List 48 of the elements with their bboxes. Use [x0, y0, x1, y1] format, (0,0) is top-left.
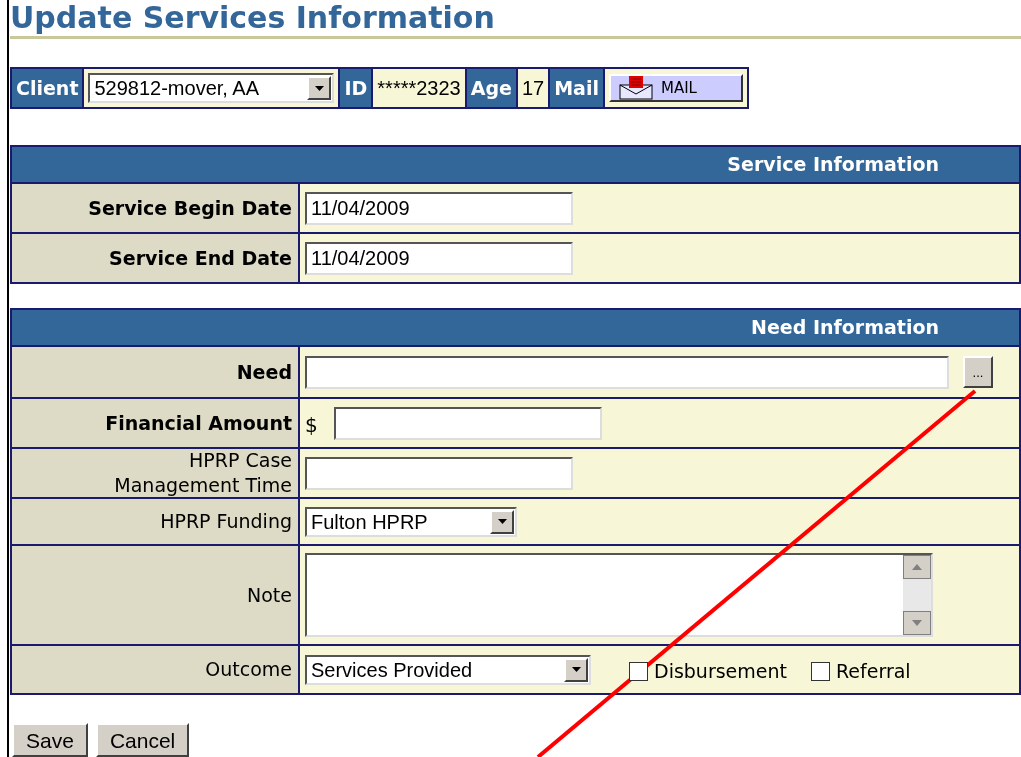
field-label: HPRP Funding — [160, 509, 292, 534]
caret-icon — [497, 519, 507, 524]
input-field[interactable] — [333, 406, 602, 440]
input-field[interactable] — [305, 355, 949, 389]
checkbox[interactable] — [629, 662, 648, 681]
section-heading: Service Information — [727, 152, 939, 178]
field-label: Mail — [550, 69, 603, 107]
input-field[interactable] — [305, 456, 573, 490]
form-button[interactable]: Cancel — [95, 723, 190, 757]
select-value: Services Provided — [310, 657, 474, 683]
field-label: Service Begin Date — [88, 195, 292, 221]
caret-icon — [571, 667, 581, 672]
select-value: Fulton HPRP — [310, 509, 429, 535]
checkbox-label: Referral — [836, 659, 911, 685]
text-area[interactable] — [305, 553, 933, 637]
currency-symbol: $ — [305, 412, 318, 439]
envelope-icon — [618, 76, 653, 100]
field-label: Need — [236, 359, 292, 385]
select-field[interactable]: Fulton HPRP — [305, 506, 517, 537]
scroll-down-icon[interactable] — [903, 611, 931, 635]
lookup-button[interactable]: ... — [963, 356, 993, 388]
caret-icon — [314, 85, 324, 91]
form-button[interactable]: Save — [12, 723, 88, 757]
field-label: Financial Amount — [105, 410, 292, 436]
input-field[interactable]: 11/04/2009 — [305, 241, 573, 275]
dropdown-button[interactable] — [490, 509, 514, 534]
page-title: Update Services Information — [10, 2, 495, 34]
field-label: Age — [466, 69, 516, 107]
field-label: Service End Date — [109, 245, 292, 271]
scroll-up-icon[interactable] — [903, 555, 931, 579]
field-label: Outcome — [205, 657, 292, 682]
dropdown-button[interactable] — [564, 657, 588, 682]
select-field[interactable]: 529812-mover, AA — [88, 73, 335, 103]
field-value: *****2323 — [373, 69, 465, 107]
select-field[interactable]: Services Provided — [305, 654, 591, 685]
input-field[interactable]: 11/04/2009 — [305, 191, 573, 225]
mail-button[interactable]: MAIL — [608, 74, 743, 102]
field-label: Client — [12, 69, 83, 107]
field-value: 17 — [517, 69, 549, 107]
field-label: Note — [247, 582, 292, 608]
section-heading: Need Information — [751, 315, 939, 341]
checkbox[interactable] — [811, 662, 830, 681]
dropdown-button[interactable] — [307, 76, 332, 100]
scroll-bar[interactable] — [903, 555, 931, 635]
select-value: 529812-mover, AA — [93, 76, 261, 101]
field-label: HPRP Case Management Time — [114, 448, 292, 498]
checkbox-label: Disbursement — [654, 659, 787, 685]
field-label: ID — [340, 69, 372, 107]
